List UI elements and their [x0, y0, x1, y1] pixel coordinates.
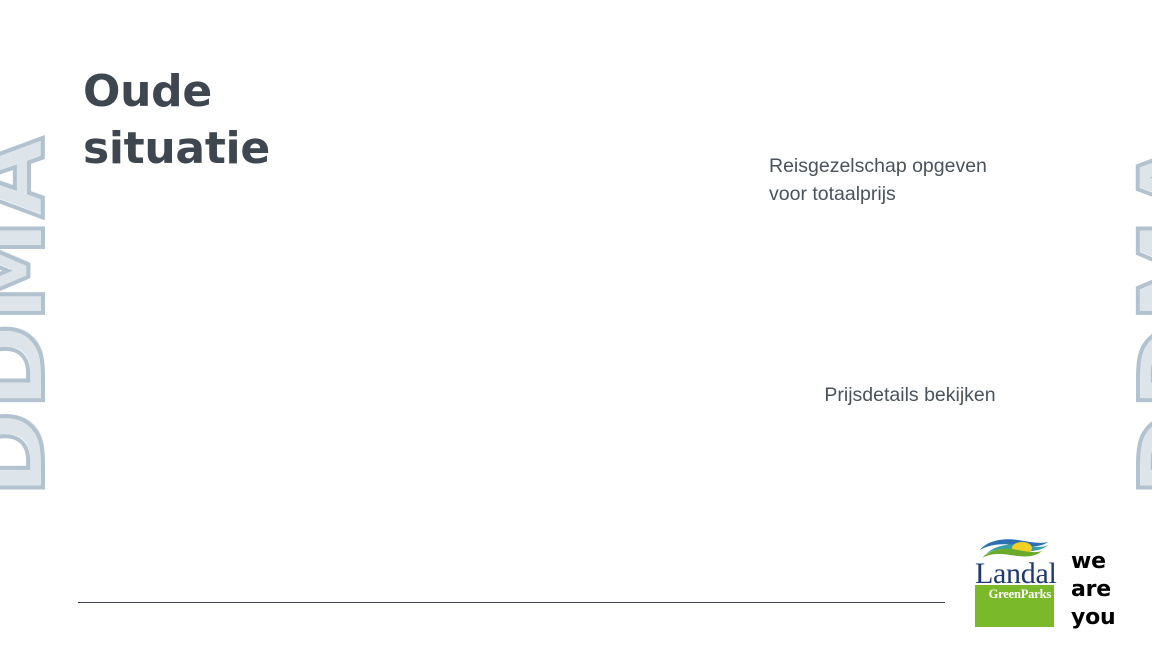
- page-title: Oude situatie: [83, 64, 413, 178]
- watermark-text-left: DDMA: [0, 134, 70, 499]
- landal-greenparks-logo: Landal GreenParks: [975, 537, 1057, 627]
- landal-wordmark: Landal: [975, 557, 1057, 590]
- footer-divider: [78, 602, 945, 603]
- prijsdetails-callout: Prijsdetails bekijken: [824, 384, 996, 406]
- landal-swoosh-icon: [978, 537, 1050, 561]
- slide-canvas: DDMA DDMA Oude situatie Reisgezelschap o…: [0, 0, 1152, 648]
- reisgezelschap-callout-line-2: voor totaalprijs: [769, 182, 896, 205]
- tagline-line-3: you: [1071, 604, 1116, 630]
- greenparks-label: GreenParks: [988, 586, 1052, 601]
- page-title-line-2: situatie: [83, 122, 270, 174]
- tagline-line-2: are: [1071, 576, 1112, 602]
- watermark-text-right: DDMA: [1115, 134, 1152, 499]
- watermark-left: DDMA: [0, 0, 87, 648]
- reisgezelschap-callout: Reisgezelschap opgeven voor totaalprijs: [769, 153, 1031, 208]
- landal-green-panel: GreenParks: [975, 584, 1054, 627]
- page-title-line-1: Oude: [83, 66, 212, 117]
- we-are-you-tagline: we are you: [1071, 548, 1116, 632]
- reisgezelschap-callout-line-1: Reisgezelschap opgeven: [769, 155, 987, 177]
- tagline-line-1: we: [1071, 549, 1106, 574]
